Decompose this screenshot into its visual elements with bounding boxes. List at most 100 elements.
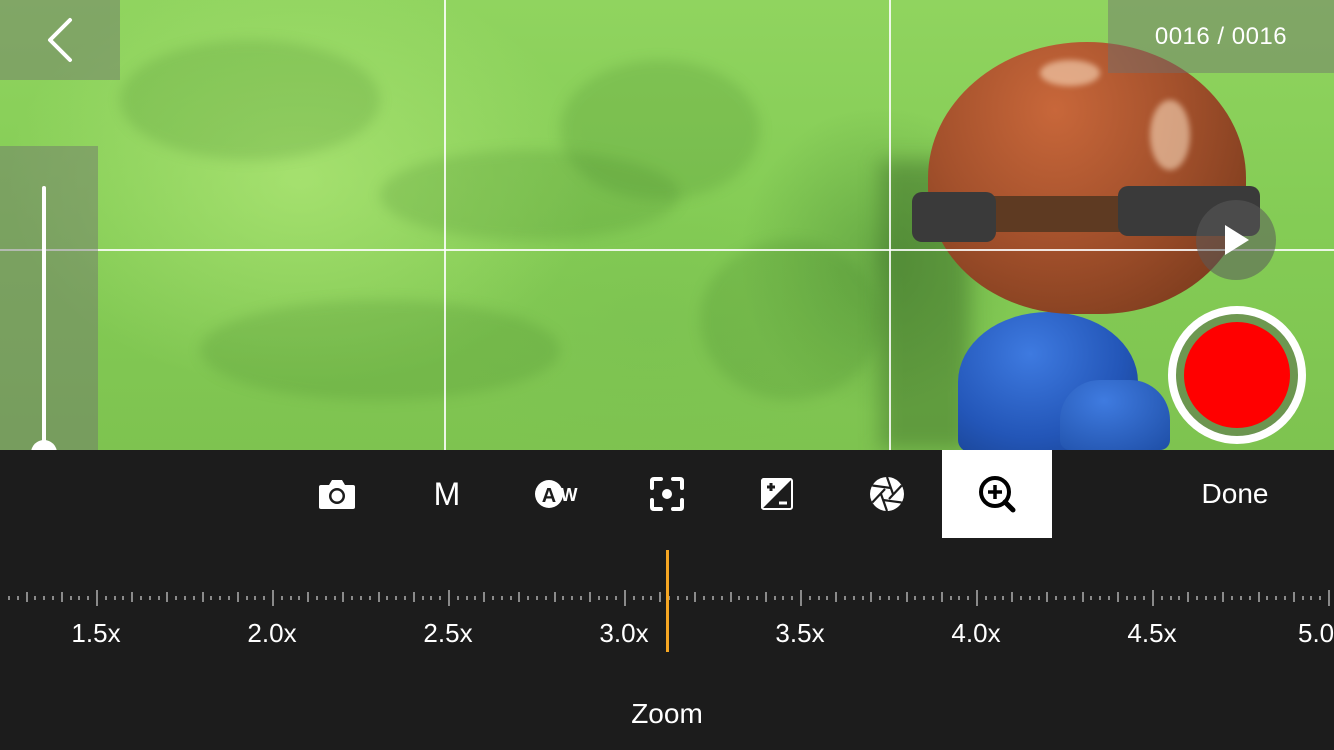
ruler-tick [1178, 596, 1181, 600]
ruler-tick [896, 596, 899, 600]
ruler-tick [676, 596, 679, 600]
clip-counter: 0016 / 0016 [1108, 0, 1334, 73]
ruler-tick [43, 596, 46, 600]
ruler-tick [421, 596, 424, 600]
settings-toolbar: M A W Done [0, 450, 1334, 538]
ruler-tick [553, 592, 556, 602]
record-icon [1184, 322, 1290, 428]
ruler-tick [984, 596, 987, 600]
tool-camera[interactable] [282, 450, 392, 538]
ruler-tick [140, 596, 142, 600]
ruler-tick [113, 596, 116, 600]
ruler-tick [386, 596, 389, 600]
ruler-tick [844, 596, 846, 600]
tool-zoom[interactable] [942, 450, 1052, 538]
ruler-tick [729, 592, 732, 602]
ruler-tick [993, 596, 996, 600]
ruler-tick [615, 596, 618, 600]
ruler-tick [835, 592, 838, 602]
ruler-tick [1081, 592, 1084, 602]
ruler-tick [588, 592, 591, 602]
record-button[interactable] [1168, 306, 1306, 444]
ruler-tick [800, 590, 802, 606]
ruler-tick [1187, 592, 1190, 602]
ruler-tick [782, 596, 785, 600]
ruler-tick [527, 596, 530, 600]
ruler-tick [747, 596, 750, 600]
ruler-tick [544, 596, 547, 600]
ruler-tick [905, 592, 908, 602]
ruler-tick [1116, 592, 1119, 602]
ruler-tick [219, 596, 222, 600]
tool-exposure[interactable] [722, 450, 832, 538]
slider-track[interactable] [42, 186, 46, 450]
play-icon [1225, 225, 1249, 255]
ruler-tick [624, 590, 626, 606]
ruler-label: 4.0x [951, 618, 1001, 648]
aperture-icon [870, 476, 904, 512]
ruler-tick [791, 596, 794, 600]
ruler-tick [659, 592, 662, 602]
play-button[interactable] [1196, 200, 1276, 280]
ruler-tick [861, 596, 864, 600]
ruler-tick [492, 596, 494, 600]
done-button[interactable]: Done [1170, 450, 1300, 538]
tool-aperture[interactable] [832, 450, 942, 538]
ruler-tick [122, 596, 125, 600]
ruler-tick [1310, 596, 1313, 600]
ruler-tick [703, 596, 706, 600]
ruler-tick [228, 596, 230, 600]
ruler-tick [1046, 592, 1049, 602]
ruler-tick [298, 596, 301, 600]
ruler-tick [536, 596, 538, 600]
ruler-tick [272, 590, 274, 606]
ruler-tick [720, 596, 723, 600]
ruler-tick [518, 592, 521, 602]
ruler-tick [34, 596, 37, 600]
ruler-tick [1292, 592, 1295, 602]
camera-viewfinder[interactable]: 0016 / 0016 [0, 0, 1334, 450]
ruler-tick [1020, 596, 1022, 600]
ruler-tick [430, 596, 433, 600]
ruler-tick [1011, 592, 1014, 602]
ruler-tick [360, 596, 362, 600]
exposure-compensation-icon [761, 478, 793, 510]
ruler-tick [1328, 590, 1330, 606]
ruler-tick [483, 592, 486, 602]
ruler-tick [852, 596, 855, 600]
ruler-tick [1090, 596, 1093, 600]
ruler-tick [52, 596, 54, 600]
chevron-left-icon [48, 18, 72, 62]
zoom-in-icon [979, 476, 1016, 513]
zoom-title: Zoom [631, 698, 703, 729]
exposure-slider-panel [0, 146, 98, 450]
ruler-tick [1248, 596, 1251, 600]
ruler-tick [254, 596, 257, 600]
tool-focus[interactable] [612, 450, 722, 538]
ruler-tick [474, 596, 477, 600]
ruler-tick [1152, 590, 1154, 606]
tool-white-balance[interactable]: A W [502, 450, 612, 538]
ruler-tick [104, 596, 107, 600]
ruler-tick [571, 596, 574, 600]
ruler-tick [932, 596, 934, 600]
back-button[interactable] [0, 0, 120, 80]
ruler-tick [606, 596, 609, 600]
ruler-label: 2.0x [247, 618, 297, 648]
ruler-tick [289, 596, 292, 600]
ruler-tick [1028, 596, 1031, 600]
ruler-tick [368, 596, 371, 600]
ruler-label: 4.5x [1127, 618, 1177, 648]
ruler-tick [879, 596, 882, 600]
ruler-tick [1072, 596, 1075, 600]
ruler-tick [87, 596, 90, 600]
zoom-ruler[interactable]: 1.5x 2.0x 2.5x 3.0x 3.5x 4.0x 4.5x 5.0x Zoom [0, 538, 1334, 750]
tool-manual-mode[interactable]: M [392, 450, 502, 538]
ruler-tick [307, 592, 310, 602]
ruler-label: 3.0x [599, 618, 649, 648]
ruler-tick [597, 596, 600, 600]
focus-icon [650, 477, 684, 511]
ruler-tick [764, 592, 767, 602]
ruler-tick [201, 592, 204, 602]
ruler-tick [562, 596, 565, 600]
